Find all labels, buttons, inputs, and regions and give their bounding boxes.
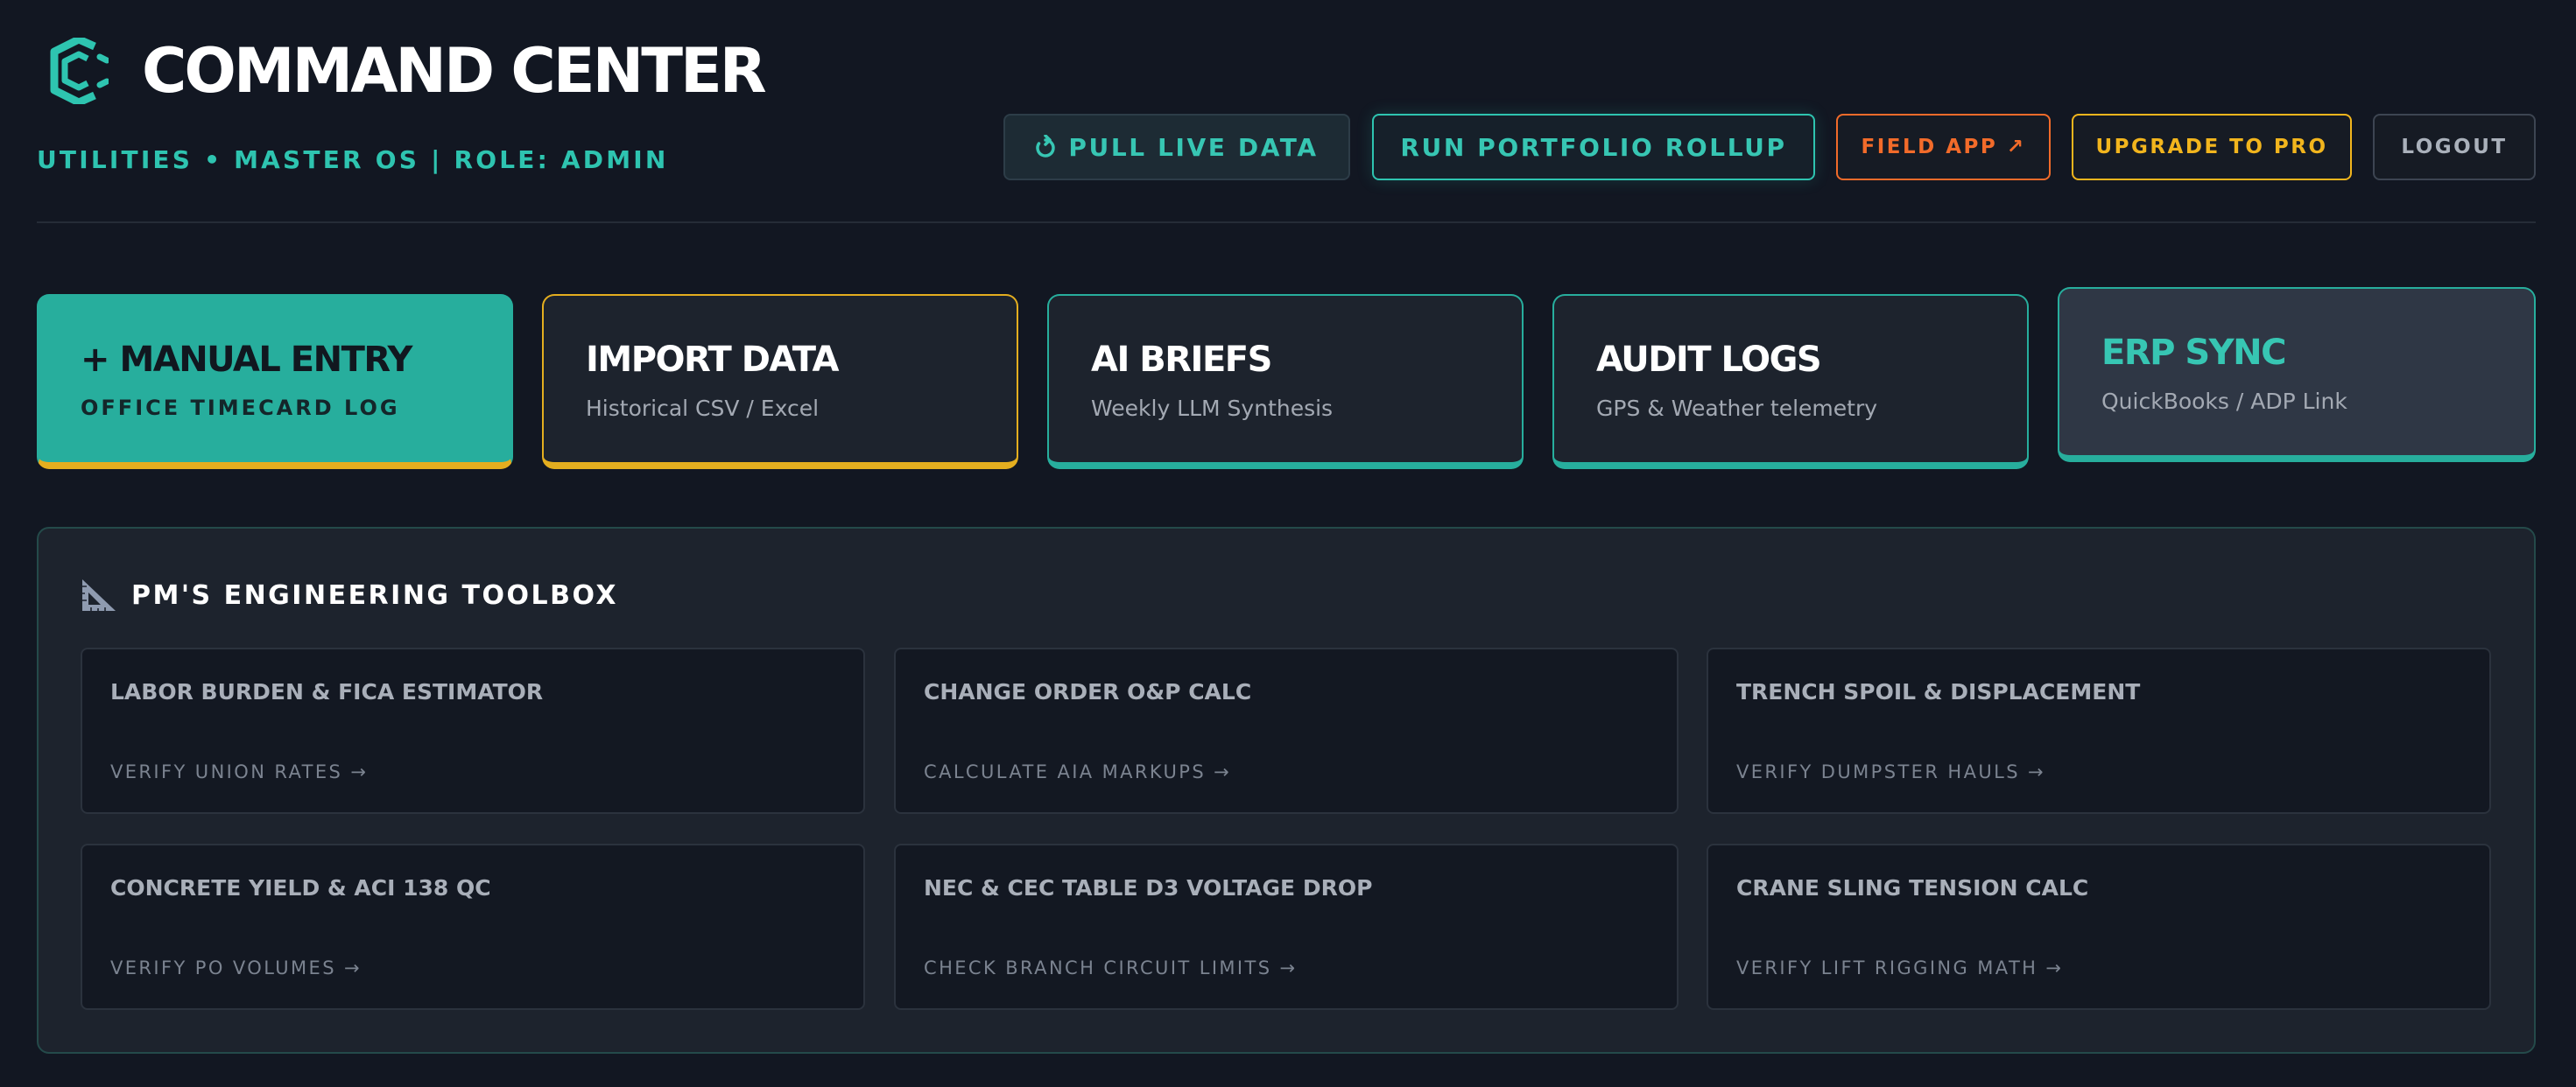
ai-briefs-card[interactable]: AI BRIEFS Weekly LLM Synthesis bbox=[1047, 294, 1524, 469]
tool-link[interactable]: VERIFY LIFT RIGGING MATH → bbox=[1736, 957, 2063, 978]
tool-card-trench-spoil[interactable]: TRENCH SPOIL & DISPLACEMENT VERIFY DUMPS… bbox=[1707, 648, 2491, 814]
tool-link[interactable]: VERIFY DUMPSTER HAULS → bbox=[1736, 761, 2045, 782]
toolbox-title: PM'S ENGINEERING TOOLBOX bbox=[131, 579, 619, 611]
engineering-toolbox-panel: PM'S ENGINEERING TOOLBOX LABOR BURDEN & … bbox=[37, 527, 2536, 1054]
app-title: COMMAND CENTER bbox=[142, 35, 767, 107]
pull-live-data-button[interactable]: PULL LIVE DATA bbox=[1003, 114, 1350, 180]
card-title: IMPORT DATA bbox=[586, 340, 839, 380]
manual-entry-card[interactable]: + MANUAL ENTRY OFFICE TIMECARD LOG bbox=[37, 294, 513, 469]
logo-icon bbox=[50, 38, 109, 104]
tool-name: TRENCH SPOIL & DISPLACEMENT bbox=[1736, 679, 2141, 705]
toolbox-header: PM'S ENGINEERING TOOLBOX bbox=[81, 578, 618, 613]
card-title: ERP SYNC bbox=[2101, 333, 2286, 373]
field-app-button[interactable]: FIELD APP ↗ bbox=[1836, 114, 2051, 180]
tool-name: NEC & CEC TABLE D3 VOLTAGE DROP bbox=[924, 875, 1373, 901]
card-subtitle: QuickBooks / ADP Link bbox=[2101, 389, 2347, 414]
tool-card-labor-burden[interactable]: LABOR BURDEN & FICA ESTIMATOR VERIFY UNI… bbox=[81, 648, 865, 814]
command-center-page: COMMAND CENTER UTILITIES • MASTER OS | R… bbox=[0, 0, 2576, 1087]
card-subtitle: GPS & Weather telemetry bbox=[1596, 396, 1878, 421]
erp-sync-card[interactable]: ERP SYNC QuickBooks / ADP Link bbox=[2058, 287, 2536, 462]
audit-logs-card[interactable]: AUDIT LOGS GPS & Weather telemetry bbox=[1552, 294, 2029, 469]
brand: COMMAND CENTER bbox=[49, 35, 767, 107]
refresh-icon bbox=[1036, 135, 1056, 158]
card-title: + MANUAL ENTRY bbox=[81, 340, 412, 380]
card-title: AI BRIEFS bbox=[1091, 340, 1272, 380]
tool-card-concrete-yield[interactable]: CONCRETE YIELD & ACI 138 QC VERIFY PO VO… bbox=[81, 844, 865, 1010]
tool-name: CHANGE ORDER O&P CALC bbox=[924, 679, 1252, 705]
card-subtitle: Historical CSV / Excel bbox=[586, 396, 820, 421]
card-subtitle: OFFICE TIMECARD LOG bbox=[81, 396, 400, 420]
logout-button[interactable]: LOGOUT bbox=[2373, 114, 2536, 180]
upgrade-to-pro-button[interactable]: UPGRADE TO PRO bbox=[2072, 114, 2352, 180]
tool-name: CONCRETE YIELD & ACI 138 QC bbox=[110, 875, 491, 901]
role-subtitle: UTILITIES • MASTER OS | ROLE: ADMIN bbox=[37, 145, 669, 174]
triangle-ruler-icon bbox=[82, 579, 116, 611]
card-title: AUDIT LOGS bbox=[1596, 340, 1822, 380]
import-data-card[interactable]: IMPORT DATA Historical CSV / Excel bbox=[542, 294, 1018, 469]
tool-card-change-order[interactable]: CHANGE ORDER O&P CALC CALCULATE AIA MARK… bbox=[894, 648, 1679, 814]
header-divider bbox=[37, 221, 2536, 223]
tool-link[interactable]: VERIFY PO VOLUMES → bbox=[110, 957, 362, 978]
tool-link[interactable]: CALCULATE AIA MARKUPS → bbox=[924, 761, 1231, 782]
tool-link[interactable]: CHECK BRANCH CIRCUIT LIMITS → bbox=[924, 957, 1298, 978]
card-subtitle: Weekly LLM Synthesis bbox=[1091, 396, 1334, 421]
tool-card-voltage-drop[interactable]: NEC & CEC TABLE D3 VOLTAGE DROP CHECK BR… bbox=[894, 844, 1679, 1010]
run-portfolio-rollup-button[interactable]: RUN PORTFOLIO ROLLUP bbox=[1372, 114, 1815, 180]
tool-card-crane-sling[interactable]: CRANE SLING TENSION CALC VERIFY LIFT RIG… bbox=[1707, 844, 2491, 1010]
tool-name: CRANE SLING TENSION CALC bbox=[1736, 875, 2089, 901]
tool-link[interactable]: VERIFY UNION RATES → bbox=[110, 761, 368, 782]
tool-name: LABOR BURDEN & FICA ESTIMATOR bbox=[110, 679, 544, 705]
pull-live-data-label: PULL LIVE DATA bbox=[1068, 132, 1319, 162]
